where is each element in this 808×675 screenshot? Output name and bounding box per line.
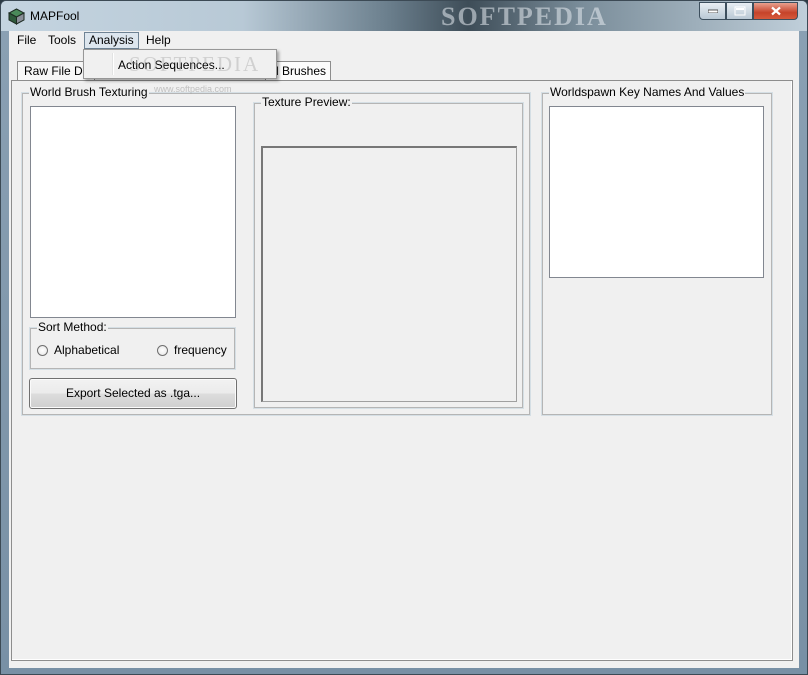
menu-bar: File Tools Analysis Help <box>9 31 799 50</box>
radio-alphabetical-label: Alphabetical <box>54 343 120 357</box>
texture-preview-title: Texture Preview: <box>261 95 352 109</box>
world-brush-title: World Brush Texturing <box>29 85 149 99</box>
texture-list[interactable] <box>30 106 236 318</box>
world-brush-outer-group: World Brush Texturing Sort Method: Alpha… <box>21 85 531 416</box>
window-title: MAPFool <box>30 9 80 23</box>
worldspawn-list[interactable] <box>549 106 764 278</box>
menu-analysis[interactable]: Analysis <box>84 32 139 49</box>
worldspawn-title: Worldspawn Key Names And Values <box>549 85 746 99</box>
maximize-button[interactable] <box>726 2 753 20</box>
menu-tools[interactable]: Tools <box>43 32 81 49</box>
sort-method-group: Sort Method: Alphabetical frequency <box>29 320 236 370</box>
title-bar[interactable]: MAPFool SOFTPEDIA <box>1 1 807 31</box>
maximize-icon <box>734 6 745 16</box>
radio-frequency-label: frequency <box>174 343 227 357</box>
menu-file[interactable]: File <box>12 32 41 49</box>
texture-preview-group: Texture Preview: <box>253 95 524 409</box>
radio-alphabetical[interactable]: Alphabetical <box>37 343 119 357</box>
radio-button-icon <box>37 344 48 356</box>
dropdown-separator <box>112 53 114 75</box>
radio-button-icon <box>157 344 168 356</box>
tab-panel: World Brush Texturing Sort Method: Alpha… <box>11 80 793 661</box>
minimize-icon <box>707 9 718 13</box>
radio-frequency[interactable]: frequency <box>157 343 227 357</box>
menu-help[interactable]: Help <box>141 32 176 49</box>
softpedia-watermark: SOFTPEDIA <box>441 2 608 31</box>
close-icon <box>770 6 781 16</box>
client-area: File Tools Analysis Help Action Sequence… <box>9 31 799 668</box>
sort-method-title: Sort Method: <box>37 320 108 334</box>
application-window: MAPFool SOFTPEDIA File Tools Analysis He… <box>0 0 808 675</box>
export-tga-button[interactable]: Export Selected as .tga... <box>29 378 237 409</box>
worldspawn-group: Worldspawn Key Names And Values <box>541 85 773 416</box>
texture-preview-canvas <box>261 146 517 402</box>
softpedia-url: www.softpedia.com <box>154 84 232 94</box>
minimize-button[interactable] <box>699 2 726 20</box>
menu-action-sequences[interactable]: Action Sequences... <box>118 58 225 72</box>
app-cube-icon <box>8 8 25 25</box>
analysis-dropdown: Action Sequences... <box>83 49 277 79</box>
close-button[interactable] <box>753 2 798 20</box>
